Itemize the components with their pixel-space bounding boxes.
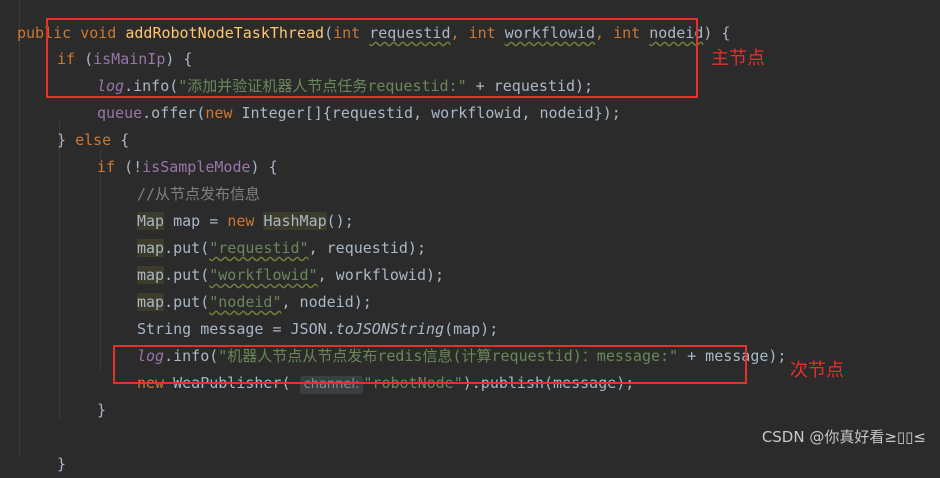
- indent-guide: [59, 120, 60, 420]
- code-line-11: map.put("nodeid", nodeid);: [137, 293, 372, 311]
- code-line-10: map.put("workflowid", workflowid);: [137, 266, 445, 284]
- code-line-6: if (!isSampleMode) {: [97, 158, 278, 176]
- code-line-1: public void addRobotNodeTaskThread(int r…: [17, 24, 731, 42]
- main-node-annotation: 主节点: [711, 48, 765, 69]
- code-line-5: } else {: [57, 131, 130, 149]
- secondary-node-highlight-box: [113, 345, 747, 384]
- code-line-7: //从节点发布信息: [137, 154, 940, 203]
- indent-guide: [19, 0, 20, 457]
- code-line-12: String message = JSON.toJSONString(map);: [137, 320, 499, 338]
- code-line-8: Map map = new HashMap();: [137, 212, 354, 230]
- code-line-9: map.put("requestid", requestid);: [137, 239, 426, 257]
- watermark: CSDN @你真好看≥▯▯≤: [761, 428, 926, 446]
- indent-guide: [100, 150, 101, 370]
- code-line-13: log.info("机器人节点从节点发布redis信息(计算requestid)…: [137, 347, 787, 365]
- secondary-node-annotation: 次节点: [790, 360, 844, 381]
- main-node-highlight-box: [46, 18, 698, 98]
